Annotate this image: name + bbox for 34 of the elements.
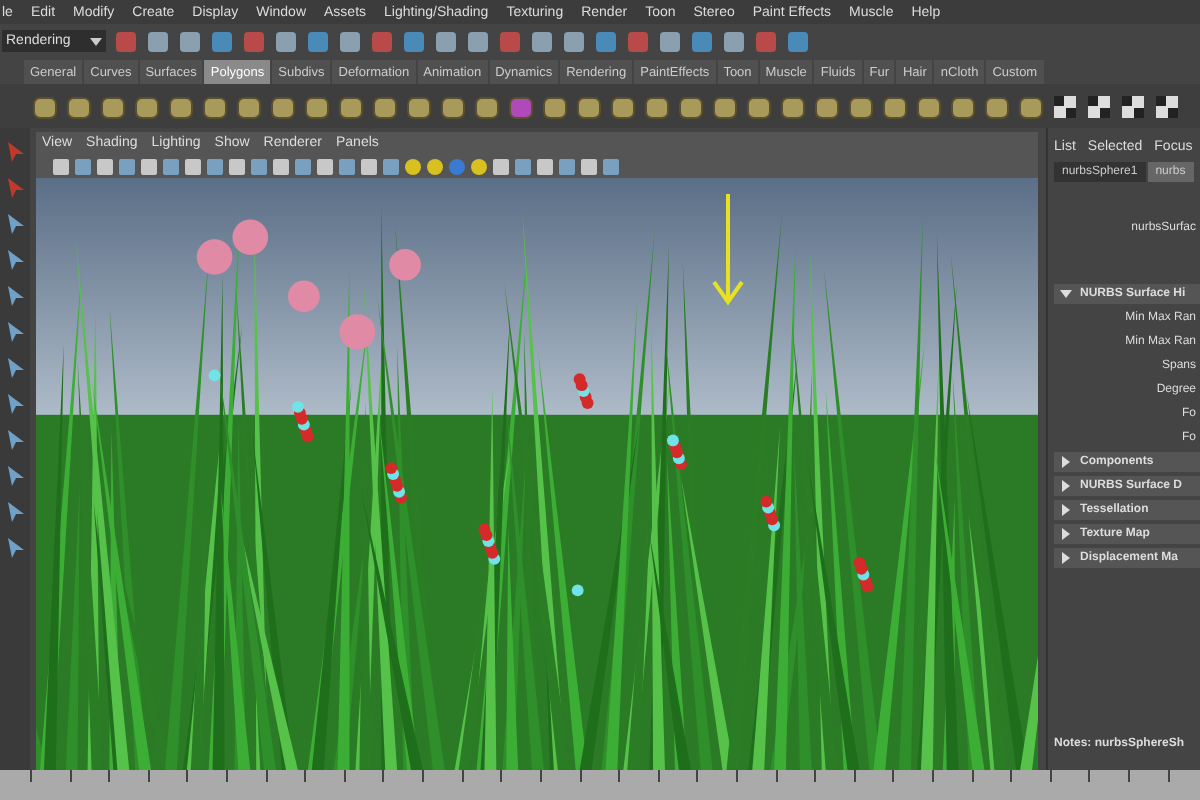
tool-icon[interactable] xyxy=(3,356,27,380)
tool-icon[interactable] xyxy=(3,140,27,164)
caret-icon xyxy=(90,37,102,45)
tool-icon[interactable] xyxy=(3,320,27,344)
toolbar-icon[interactable] xyxy=(594,29,618,53)
tool-icon[interactable] xyxy=(3,500,27,524)
toolbar-icon[interactable] xyxy=(338,29,362,53)
toolbar-icon[interactable] xyxy=(786,29,810,53)
toolbar-icon[interactable] xyxy=(562,29,586,53)
toolbar-icon[interactable] xyxy=(434,29,458,53)
toolbar-icon[interactable] xyxy=(210,29,234,53)
shelf-icon[interactable] xyxy=(1050,91,1080,121)
toolbar-icon[interactable] xyxy=(658,29,682,53)
tool-icon[interactable] xyxy=(3,212,27,236)
toolbar-icon[interactable] xyxy=(306,29,330,53)
tool-icon[interactable] xyxy=(3,464,27,488)
toolbar-icon[interactable] xyxy=(466,29,490,53)
tool-icon[interactable] xyxy=(3,176,27,200)
toolbar-icon[interactable] xyxy=(530,29,554,53)
tool-icon[interactable] xyxy=(3,428,27,452)
toolbar-icon[interactable] xyxy=(722,29,746,53)
toolbar-icon[interactable] xyxy=(402,29,426,53)
toolbar-icon[interactable] xyxy=(690,29,714,53)
tool-icon[interactable] xyxy=(3,248,27,272)
arrow-icon xyxy=(710,194,746,306)
toolbar-icon[interactable] xyxy=(178,29,202,53)
tool-icon[interactable] xyxy=(3,284,27,308)
toolbar-icon[interactable] xyxy=(146,29,170,53)
toolbar-icon[interactable] xyxy=(274,29,298,53)
shelf-icon[interactable] xyxy=(1152,91,1182,121)
shelf-icon[interactable] xyxy=(1118,91,1148,121)
tool-icon[interactable] xyxy=(3,392,27,416)
shelf-icon[interactable] xyxy=(1084,91,1114,121)
tool-icon[interactable] xyxy=(3,536,27,560)
